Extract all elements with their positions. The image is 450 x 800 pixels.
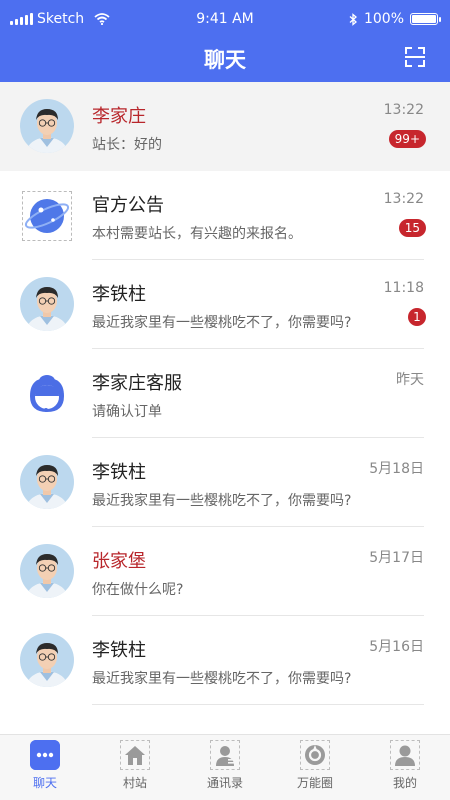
conversation-time: 13:22 <box>383 102 424 118</box>
tab-label: 万能圈 <box>296 776 333 790</box>
tab-label: 聊天 <box>32 776 57 790</box>
conversation-preview: 请确认订单 <box>92 404 162 420</box>
tab-label: 通讯录 <box>206 776 243 790</box>
avatar <box>20 455 74 509</box>
tab-village-station[interactable]: 村站 <box>90 735 180 800</box>
home-icon <box>120 740 150 770</box>
battery-percent: 100% <box>363 11 404 27</box>
conversation-name: 官方公告 <box>92 195 164 216</box>
unread-badge: 99+ <box>388 130 426 148</box>
conversation-preview: 最近我家里有一些樱桃吃不了，你需要吗? <box>92 315 352 331</box>
contacts-icon <box>210 740 240 770</box>
conversation-time: 5月16日 <box>369 639 424 655</box>
bluetooth-icon <box>349 12 357 26</box>
conversation-name: 李家庄客服 <box>92 373 182 394</box>
list-spacer <box>0 705 450 734</box>
conversation-preview: 本村需要站长，有兴趣的来报名。 <box>92 226 302 242</box>
app-header: Sketch 9:41 AM 100% 聊天 <box>0 0 450 82</box>
conversation-name: 李家庄 <box>92 106 146 127</box>
conversation-row[interactable]: 李家庄客服 请确认订单 昨天 <box>0 349 450 438</box>
conversation-preview: 最近我家里有一些樱桃吃不了，你需要吗? <box>92 671 352 687</box>
conversation-row[interactable]: 官方公告 本村需要站长，有兴趣的来报名。 13:22 15 <box>0 171 450 260</box>
conversation-time: 13:22 <box>383 191 424 207</box>
conversation-preview: 最近我家里有一些樱桃吃不了，你需要吗? <box>92 493 352 509</box>
planet-icon <box>22 191 72 241</box>
tab-circle[interactable]: 万能圈 <box>270 735 360 800</box>
avatar <box>20 277 74 331</box>
conversation-row[interactable]: 张家堡 你在做什么呢? 5月17日 <box>0 527 450 616</box>
conversation-row[interactable]: 李铁柱 最近我家里有一些樱桃吃不了，你需要吗? 11:18 1 <box>0 260 450 349</box>
status-bar: Sketch 9:41 AM 100% <box>0 0 450 38</box>
conversation-list: 李家庄 站长：好的 13:22 99+ 官方公告 本村需要站长，有兴趣的来报名。… <box>0 82 450 734</box>
unread-badge: 15 <box>398 219 426 237</box>
conversation-name: 李铁柱 <box>92 462 146 483</box>
unread-badge: 1 <box>408 308 426 326</box>
conversation-row[interactable]: 李家庄 站长：好的 13:22 99+ <box>0 82 450 171</box>
battery-icon <box>410 13 441 25</box>
tab-chat[interactable]: 聊天 <box>0 735 90 800</box>
page-title: 聊天 <box>204 48 246 72</box>
avatar <box>20 544 74 598</box>
conversation-time: 昨天 <box>396 372 424 388</box>
conversation-name: 李铁柱 <box>92 284 146 305</box>
conversation-row[interactable]: 李铁柱 最近我家里有一些樱桃吃不了，你需要吗? 5月18日 <box>0 438 450 527</box>
conversation-preview: 站长：好的 <box>92 137 162 153</box>
chat-icon <box>30 740 60 770</box>
bottom-tab-bar: 聊天 村站 通讯录 万能圈 我的 <box>0 734 450 800</box>
conversation-row[interactable]: 李铁柱 最近我家里有一些樱桃吃不了，你需要吗? 5月16日 <box>0 616 450 705</box>
conversation-time: 11:18 <box>383 280 424 296</box>
tab-label: 我的 <box>392 776 417 790</box>
profile-icon <box>390 740 420 770</box>
circle-icon <box>300 740 330 770</box>
conversation-name: 李铁柱 <box>92 640 146 661</box>
conversation-time: 5月17日 <box>369 550 424 566</box>
tab-contacts[interactable]: 通讯录 <box>180 735 270 800</box>
conversation-name: 张家堡 <box>92 551 146 572</box>
support-agent-icon <box>20 366 74 420</box>
avatar <box>20 633 74 687</box>
scan-icon[interactable] <box>404 46 426 68</box>
conversation-preview: 你在做什么呢? <box>92 582 184 598</box>
avatar <box>20 99 74 153</box>
conversation-time: 5月18日 <box>369 461 424 477</box>
tab-profile[interactable]: 我的 <box>360 735 450 800</box>
tab-label: 村站 <box>122 776 147 790</box>
